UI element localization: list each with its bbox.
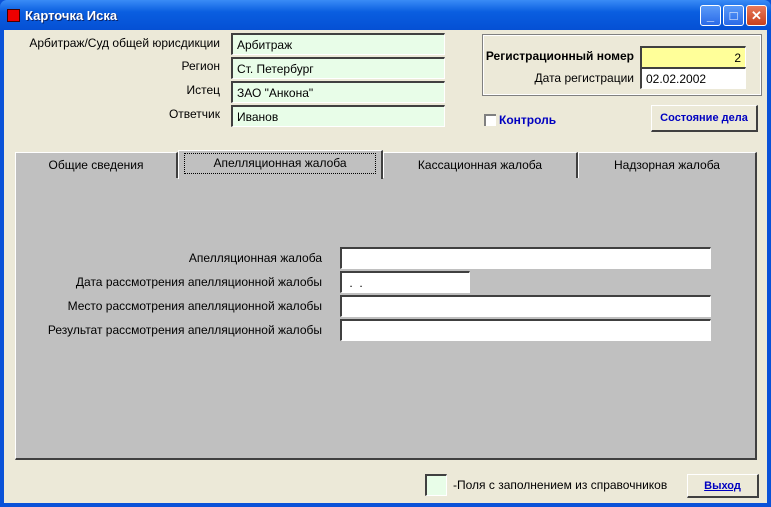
app-icon — [7, 9, 20, 22]
close-button[interactable]: ✕ — [746, 5, 767, 26]
reg-number-label: Регистрационный номер — [485, 49, 634, 63]
tab-general[interactable]: Общие сведения — [15, 152, 178, 178]
region-label: Регион — [181, 59, 220, 73]
court-type-field[interactable]: Арбитраж — [231, 33, 445, 55]
minimize-button[interactable]: _ — [700, 5, 721, 26]
tab-cassation[interactable]: Кассационная жалоба — [383, 152, 578, 178]
control-label[interactable]: Контроль — [499, 113, 556, 127]
reg-number-field[interactable]: 2 — [640, 46, 746, 68]
defendant-label: Ответчик — [168, 107, 220, 121]
tab-supervisory[interactable]: Надзорная жалоба — [578, 152, 757, 178]
region-field[interactable]: Ст. Петербург — [231, 57, 445, 79]
appeal-place-label: Место рассмотрения апелляционной жалобы — [67, 299, 322, 313]
appeal-place-field[interactable] — [340, 295, 711, 317]
tab-appeal-label: Апелляционная жалоба — [184, 153, 376, 174]
legend-text: -Поля с заполнением из справочников — [453, 478, 668, 492]
title-bar[interactable]: Карточка Иска _ □ ✕ — [0, 0, 771, 30]
exit-button[interactable]: Выход — [687, 474, 759, 498]
plaintiff-label: Истец — [186, 83, 220, 97]
appeal-date-label: Дата рассмотрения апелляционной жалобы — [75, 275, 322, 289]
defendant-field[interactable]: Иванов — [231, 105, 445, 127]
appeal-label: Апелляционная жалоба — [188, 251, 322, 265]
appeal-date-field[interactable]: . . — [340, 271, 470, 293]
legend-swatch — [425, 474, 447, 496]
appeal-result-label: Результат рассмотрения апелляционной жал… — [47, 323, 322, 337]
window-title: Карточка Иска — [25, 8, 118, 23]
plaintiff-field[interactable]: ЗАО "Анкона" — [231, 81, 445, 103]
case-status-button[interactable]: Состояние дела — [651, 105, 758, 132]
appeal-field[interactable] — [340, 247, 711, 269]
tab-appeal[interactable]: Апелляционная жалоба — [178, 150, 383, 179]
reg-date-field[interactable]: 02.02.2002 — [640, 67, 746, 89]
control-checkbox[interactable] — [484, 114, 496, 126]
reg-date-label: Дата регистрации — [534, 71, 634, 85]
maximize-button[interactable]: □ — [723, 5, 744, 26]
court-type-label: Арбитраж/Суд общей юрисдикции — [29, 36, 220, 50]
appeal-result-field[interactable] — [340, 319, 711, 341]
